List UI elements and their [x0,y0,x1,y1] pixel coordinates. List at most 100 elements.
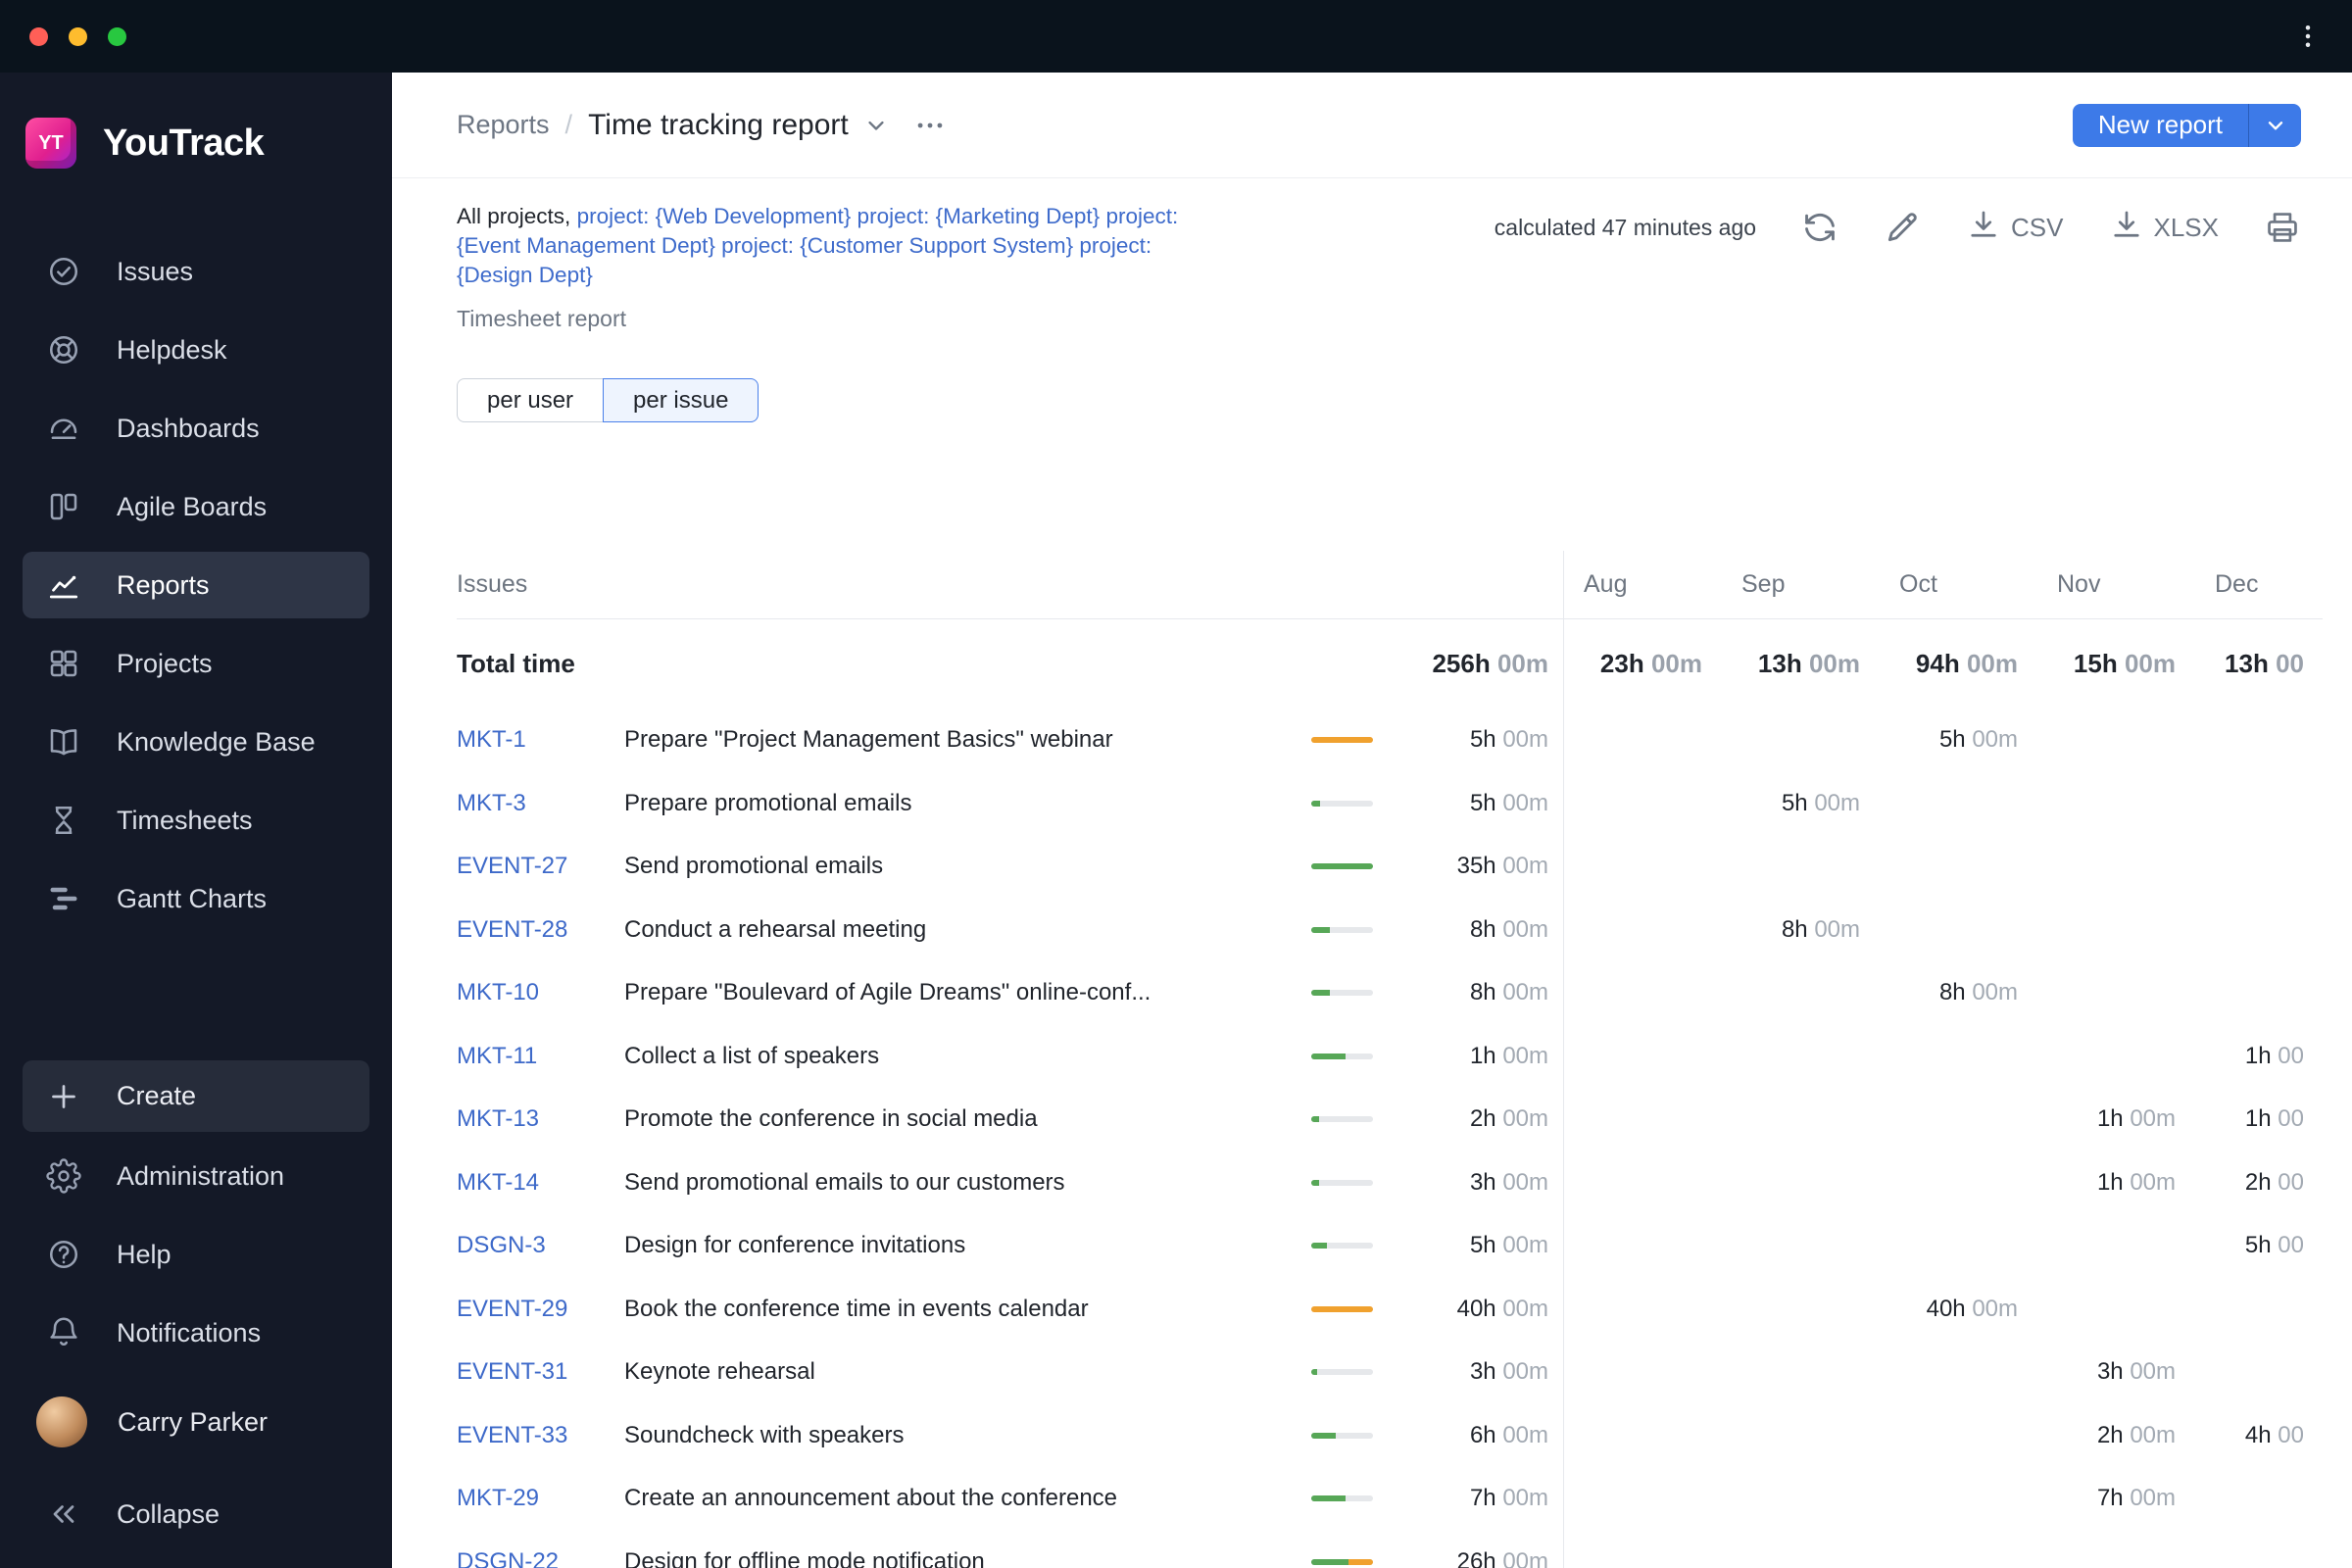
page-title[interactable]: Time tracking report [588,109,849,142]
sidebar-item-knowledge-base[interactable]: Knowledge Base [23,709,369,775]
filter-prefix: All projects, [457,204,571,228]
filter-projects-link[interactable]: {Event Management Dept} project: {Custom… [457,233,1152,258]
issue-summary[interactable]: Send promotional emails to our customers [624,1169,1311,1197]
youtrack-logo-icon: YT [25,118,76,169]
issue-total-time: 8h 00m [1469,915,1548,943]
chevron-down-icon[interactable] [862,112,890,139]
progress-bar [1311,1243,1373,1250]
time-tracking-table: Issues Aug Sep Oct Nov Dec Total time 256h 0… [457,551,2323,1568]
close-window-button[interactable] [29,26,48,46]
new-report-dropdown-button[interactable] [2248,103,2301,147]
month-cell: 8h 00m [1781,915,1860,943]
issue-summary[interactable]: Prepare promotional emails [624,790,1311,817]
issue-id-link[interactable]: MKT-3 [457,790,624,817]
breadcrumb-separator: / [564,110,573,139]
month-cell: 8h 00m [1938,979,2018,1006]
issue-summary[interactable]: Soundcheck with speakers [624,1422,1311,1449]
progress-bar [1311,1116,1373,1123]
issue-summary[interactable]: Keynote rehearsal [624,1358,1311,1386]
progress-bar [1311,1053,1373,1059]
month-cell: 5h 00 [2244,1232,2304,1259]
issues-icon [46,254,81,289]
app-logo[interactable]: YT YouTrack [25,118,265,169]
issue-summary[interactable]: Promote the conference in social media [624,1105,1311,1133]
issue-total-time: 5h 00m [1469,1232,1548,1259]
table-row: MKT-11 Collect a list of speakers 1h 00m 1h… [457,1024,2323,1088]
breadcrumb[interactable]: Reports [457,110,550,140]
issue-summary[interactable]: Book the conference time in events calen… [624,1296,1311,1323]
help-icon [46,1237,81,1272]
app-name: YouTrack [103,122,265,164]
kebab-menu-icon[interactable] [2293,22,2323,51]
total-month-cell: 94h 00m [1915,649,2018,678]
sidebar-item-helpdesk[interactable]: Helpdesk [23,317,369,383]
export-csv-label: CSV [2011,212,2064,242]
sidebar-item-timesheets[interactable]: Timesheets [23,787,369,854]
filter-projects-link[interactable]: project: {Web Development} project: {Mar… [577,204,1179,228]
issue-summary[interactable]: Create an announcement about the confere… [624,1485,1311,1512]
issue-id-link[interactable]: MKT-14 [457,1169,624,1197]
month-cell: 3h 00m [2096,1358,2176,1386]
sidebar-item-gantt-charts[interactable]: Gantt Charts [23,865,369,932]
progress-bar [1311,863,1373,870]
issue-id-link[interactable]: MKT-10 [457,979,624,1006]
issue-summary[interactable]: Design for offline mode notification [624,1548,1311,1568]
issue-summary[interactable]: Prepare "Project Management Basics" webi… [624,726,1311,754]
issue-id-link[interactable]: MKT-13 [457,1105,624,1133]
sidebar-nav: Issues Helpdesk Dashboards Agile Boards Repo… [23,238,369,932]
progress-bar [1311,1179,1373,1186]
issue-summary[interactable]: Design for conference invitations [624,1232,1311,1259]
sidebar-item-agile-boards[interactable]: Agile Boards [23,473,369,540]
print-icon[interactable] [2264,209,2301,246]
sidebar-item-administration[interactable]: Administration [23,1143,369,1209]
collapse-sidebar-button[interactable]: Collapse [23,1481,369,1547]
month-cell: 2h 00m [2096,1421,2176,1448]
issue-summary[interactable]: Collect a list of speakers [624,1043,1311,1070]
month-cell: 2h 00 [2244,1168,2304,1196]
progress-bar [1311,926,1373,933]
toggle-per-issue[interactable]: per issue [603,378,760,422]
new-report-button[interactable]: New report [2072,103,2248,147]
issue-id-link[interactable]: EVENT-27 [457,853,624,880]
user-profile[interactable]: Carry Parker [23,1389,369,1455]
issue-id-link[interactable]: DSGN-22 [457,1548,624,1568]
new-report-split-button: New report [2072,103,2301,147]
issue-id-link[interactable]: EVENT-33 [457,1422,624,1449]
filter-projects-link[interactable]: {Design Dept} [457,263,593,287]
month-cell: 40h 00m [1926,1295,2018,1322]
minimize-window-button[interactable] [69,26,87,46]
reports-icon [46,567,81,603]
export-csv-button[interactable]: CSV [1966,207,2064,249]
issue-total-time: 35h 00m [1456,853,1548,880]
sidebar-item-help[interactable]: Help [23,1221,369,1288]
sidebar-item-dashboards[interactable]: Dashboards [23,395,369,462]
edit-pencil-icon[interactable] [1884,209,1921,246]
refresh-icon[interactable] [1801,209,1838,246]
issue-id-link[interactable]: EVENT-28 [457,916,624,944]
collapse-label: Collapse [117,1498,220,1529]
sidebar-item-notifications[interactable]: Notifications [23,1299,369,1366]
maximize-window-button[interactable] [108,26,126,46]
create-button[interactable]: Create [23,1060,369,1132]
sidebar-item-projects[interactable]: Projects [23,630,369,697]
progress-bar [1311,800,1373,807]
issue-total-time: 3h 00m [1469,1358,1548,1386]
main-content: Reports / Time tracking report New repor… [392,73,2352,1568]
sidebar-item-reports[interactable]: Reports [23,552,369,618]
issue-id-link[interactable]: MKT-1 [457,726,624,754]
issue-summary[interactable]: Conduct a rehearsal meeting [624,916,1311,944]
months-header: Aug Sep Oct Nov Dec [1563,551,2323,618]
issue-id-link[interactable]: MKT-11 [457,1043,624,1070]
issue-id-link[interactable]: EVENT-31 [457,1358,624,1386]
issue-id-link[interactable]: MKT-29 [457,1485,624,1512]
issue-id-link[interactable]: EVENT-29 [457,1296,624,1323]
export-xlsx-button[interactable]: XLSX [2109,207,2219,249]
more-options-icon[interactable] [913,109,947,142]
toggle-per-user[interactable]: per user [457,378,605,422]
sidebar-item-issues[interactable]: Issues [23,238,369,305]
issue-summary[interactable]: Send promotional emails [624,853,1311,880]
report-actions: calculated 47 minutes ago CSV XLSX [1494,206,2301,249]
total-months: 23h 00m 13h 00m 94h 00m 15h 00m 13h 00 [1563,619,2323,709]
issue-summary[interactable]: Prepare "Boulevard of Agile Dreams" onli… [624,979,1311,1006]
issue-id-link[interactable]: DSGN-3 [457,1232,624,1259]
